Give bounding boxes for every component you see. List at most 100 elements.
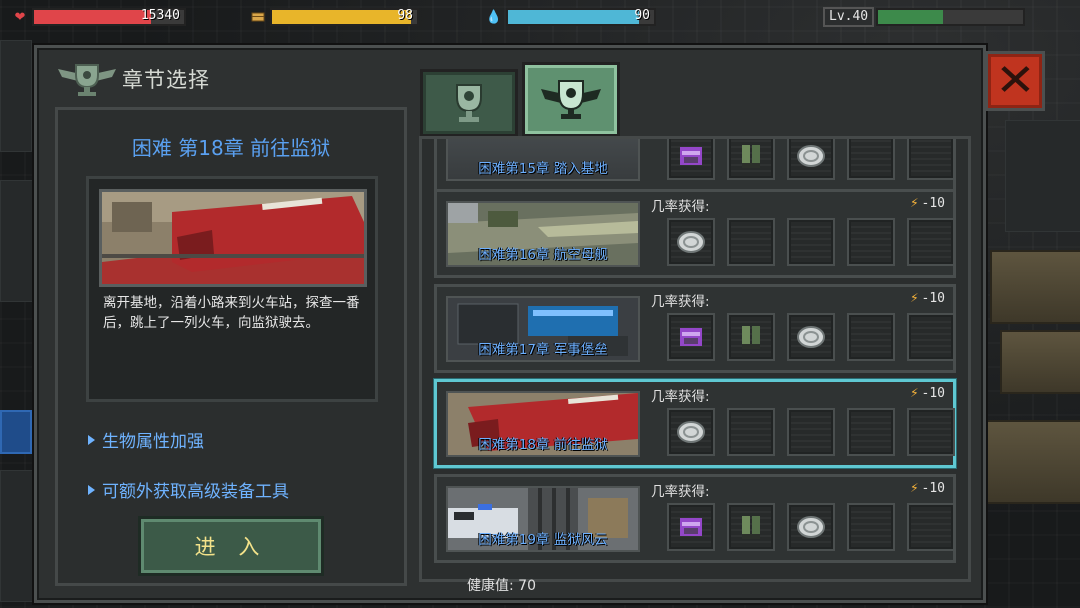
lightning-icon: ⚡: [910, 290, 919, 306]
energy-cost: ⚡ -10: [910, 290, 945, 306]
energy-bar: 98: [270, 8, 419, 26]
chapter-row[interactable]: 困难第17章 军事堡垒 几率获得: ⚡ -10: [434, 284, 956, 373]
winged-trophy-icon: [541, 79, 601, 119]
coin-icon: [795, 140, 827, 172]
chapter-label: 困难第15章 踏入基地: [478, 161, 608, 177]
lightning-icon: ⚡: [910, 195, 919, 211]
water-drop-icon: 💧: [485, 9, 503, 25]
close-x-icon: ✕: [994, 55, 1036, 106]
energy-cost: ⚡ -10: [910, 195, 945, 211]
reward-slots: [667, 503, 955, 551]
reward-slot[interactable]: [787, 218, 835, 266]
reward-slot[interactable]: [667, 313, 715, 361]
close-button[interactable]: ✕: [985, 51, 1045, 111]
reward-slot[interactable]: [787, 139, 835, 180]
drop-rate-label: 几率获得:: [651, 389, 710, 405]
perk-label: 生物属性加强: [102, 432, 204, 452]
dialog-title: 章节选择: [122, 68, 210, 92]
reward-slot[interactable]: [847, 313, 895, 361]
reward-slot[interactable]: [907, 218, 955, 266]
reward-slot[interactable]: [727, 218, 775, 266]
energy-cost-value: -10: [921, 290, 945, 306]
reward-slot[interactable]: [667, 218, 715, 266]
energy-cost-value: -10: [921, 385, 945, 401]
backpack-icon: [675, 140, 707, 172]
drop-rate-label: 几率获得:: [651, 484, 710, 500]
enter-button[interactable]: 进 入: [138, 516, 324, 576]
reward-slot[interactable]: [787, 313, 835, 361]
energy-cost: ⚡ -10: [910, 385, 945, 401]
reward-slot[interactable]: [847, 408, 895, 456]
reward-slot[interactable]: [727, 408, 775, 456]
reward-slot[interactable]: [907, 408, 955, 456]
dialog-header: 章节选择: [56, 59, 210, 99]
chapter-label: 困难第19章 监狱风云: [478, 532, 608, 548]
chapter-label: 困难第18章 前往监狱: [478, 437, 608, 453]
coin-icon: [795, 511, 827, 543]
chapter-row[interactable]: 困难第15章 踏入基地: [434, 139, 956, 192]
coin-icon: [675, 226, 707, 258]
reward-slots: [667, 313, 955, 361]
exp-bar: [876, 8, 1026, 26]
food-icon: [250, 9, 266, 25]
chapter-thumbnail: 困难第18章 前往监狱: [446, 391, 640, 457]
health-value: 15340: [140, 8, 180, 23]
lightning-icon: ⚡: [910, 480, 919, 496]
gear-icon: [735, 140, 767, 172]
tab-hard[interactable]: [522, 62, 620, 137]
energy-cost-value: -10: [921, 195, 945, 211]
chapter-thumbnail: 困难第16章 航空母舰: [446, 201, 640, 267]
reward-slot[interactable]: [787, 503, 835, 551]
reward-slots: [667, 218, 955, 266]
backpack-icon: [675, 511, 707, 543]
backpack-icon: [675, 321, 707, 353]
chapter-label: 困难第16章 航空母舰: [478, 247, 608, 263]
reward-slot[interactable]: [667, 408, 715, 456]
chapter-row[interactable]: 困难第16章 航空母舰 几率获得: ⚡ -10: [434, 189, 956, 278]
reward-slot[interactable]: [907, 139, 955, 180]
energy-hud: 98: [250, 6, 419, 28]
gear-icon: [735, 511, 767, 543]
coin-icon: [795, 321, 827, 353]
chapter-thumbnail: 困难第15章 踏入基地: [446, 139, 640, 181]
energy-cost-value: -10: [921, 480, 945, 496]
reward-slot[interactable]: [787, 408, 835, 456]
energy-cost: ⚡ -10: [910, 480, 945, 496]
level-hud: Lv.40: [823, 6, 1026, 28]
reward-slot[interactable]: [727, 503, 775, 551]
winged-trophy-icon: [58, 64, 116, 96]
chapter-thumbnail: 困难第19章 监狱风云: [446, 486, 640, 552]
health-hud: ❤ 15340: [12, 6, 186, 28]
gear-icon: [735, 321, 767, 353]
chapter-list[interactable]: 困难第15章 踏入基地 困难第16章 航空母舰 几率获得: ⚡ -10 困难第1…: [419, 136, 971, 582]
chapter-row-selected[interactable]: 困难第18章 前往监狱 几率获得: ⚡ -10: [434, 379, 956, 468]
perk-label: 可额外获取高级装备工具: [102, 482, 289, 502]
triangle-bullet-icon: [88, 434, 95, 445]
perk-item: 可额外获取高级装备工具: [88, 477, 289, 502]
drop-rate-label: 几率获得:: [651, 294, 710, 310]
reward-slot[interactable]: [907, 313, 955, 361]
reward-slot[interactable]: [847, 503, 895, 551]
water-hud: 💧 90: [486, 6, 656, 28]
reward-slot[interactable]: [907, 503, 955, 551]
reward-slot[interactable]: [847, 139, 895, 180]
chapter-preview: 离开基地，沿着小路来到火车站，探查一番后，跳上了一列火车，向监狱驶去。: [86, 176, 378, 402]
chapter-label: 困难第17章 军事堡垒: [478, 342, 608, 358]
lightning-icon: ⚡: [910, 385, 919, 401]
reward-slot[interactable]: [727, 139, 775, 180]
health-bar: 15340: [32, 8, 186, 26]
water-bar: 90: [506, 8, 656, 26]
train-scene-image: [99, 189, 367, 287]
chapter-description: 离开基地，沿着小路来到火车站，探查一番后，跳上了一列火车，向监狱驶去。: [103, 295, 360, 331]
reward-slot[interactable]: [727, 313, 775, 361]
tab-normal[interactable]: [420, 69, 518, 137]
triangle-bullet-icon: [88, 484, 95, 495]
level-label: Lv.40: [823, 7, 875, 27]
perk-item: 生物属性加强: [88, 427, 204, 452]
coin-icon: [675, 416, 707, 448]
chapter-row[interactable]: 困难第19章 监狱风云 几率获得: ⚡ -10: [434, 474, 956, 563]
reward-slot[interactable]: [847, 218, 895, 266]
energy-value: 98: [397, 8, 413, 23]
reward-slot[interactable]: [667, 503, 715, 551]
reward-slot[interactable]: [667, 139, 715, 180]
